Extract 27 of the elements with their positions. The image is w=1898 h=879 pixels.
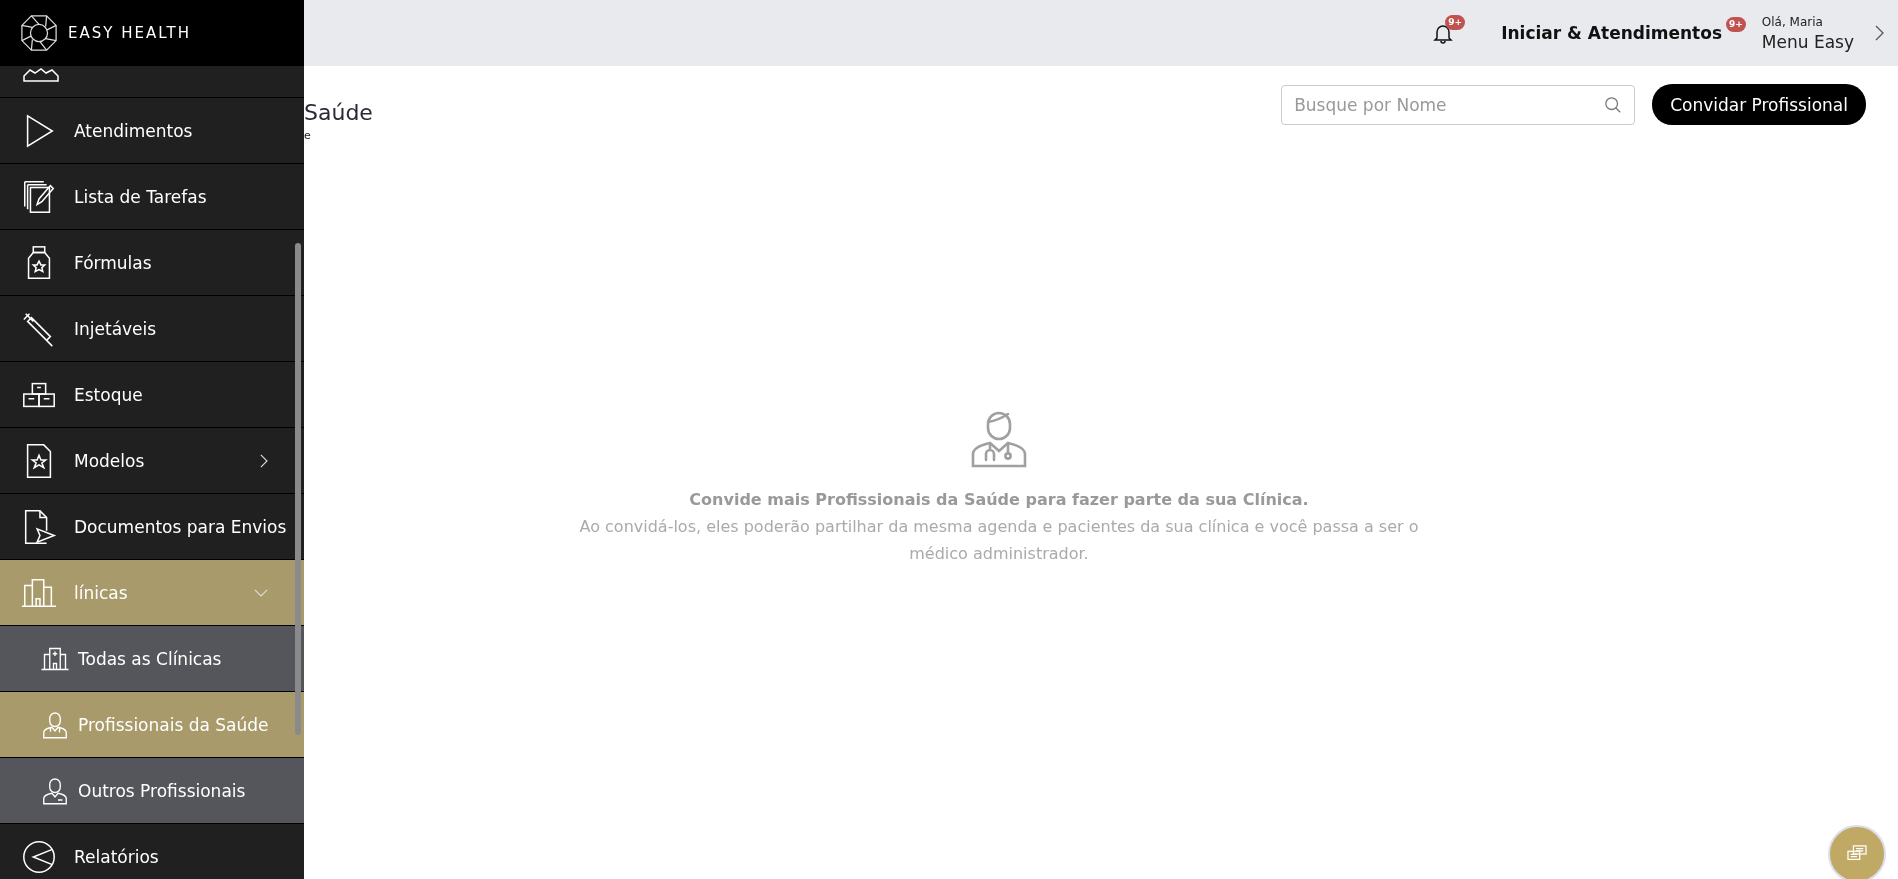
invite-button[interactable]: Convidar Profissional xyxy=(1652,84,1866,125)
menu-icon xyxy=(40,709,70,740)
count-badge: 9+ xyxy=(1726,16,1746,32)
submenu-item[interactable]: Todas as Clínicas xyxy=(0,626,304,692)
submenu-item[interactable]: Outros Profissionais xyxy=(0,758,304,824)
logo-icon xyxy=(20,14,58,52)
breadcrumb: e xyxy=(304,129,312,142)
menu-icon xyxy=(40,775,70,806)
menu-item[interactable]: Atendimentos xyxy=(0,98,304,164)
page-title: Saúde xyxy=(304,100,373,125)
greeting: Olá, Maria xyxy=(1761,14,1824,29)
brand-name: EASY HEALTH xyxy=(68,24,191,42)
empty-title: Convide mais Profissionais da Saúde para fazer parte da sua Clínica. xyxy=(689,490,1309,509)
mountain-icon xyxy=(23,68,59,82)
menu-item[interactable]: Relatórios xyxy=(0,824,304,879)
chevron-down-icon xyxy=(254,588,268,597)
start-link[interactable]: Iniciar & Atendimentos xyxy=(1501,23,1723,43)
menu-link[interactable]: Menu Easy xyxy=(1761,31,1854,52)
search-field[interactable]: Busque por Nome xyxy=(1281,84,1636,125)
menu-item[interactable]: Lista de Tarefas xyxy=(0,164,304,230)
notification-badge: 9+ xyxy=(1445,15,1465,30)
chevron-right-icon[interactable] xyxy=(1874,25,1884,41)
empty-message: Ao convidá-los, eles poderão partilhar da mesma agenda e pacientes da sua clínica e você passa a ser o médico administrador. xyxy=(578,516,1420,565)
chat-icon xyxy=(1846,845,1868,863)
chevron-right-icon xyxy=(259,453,268,468)
search-icon xyxy=(1604,95,1623,114)
scrollbar[interactable] xyxy=(295,243,301,735)
